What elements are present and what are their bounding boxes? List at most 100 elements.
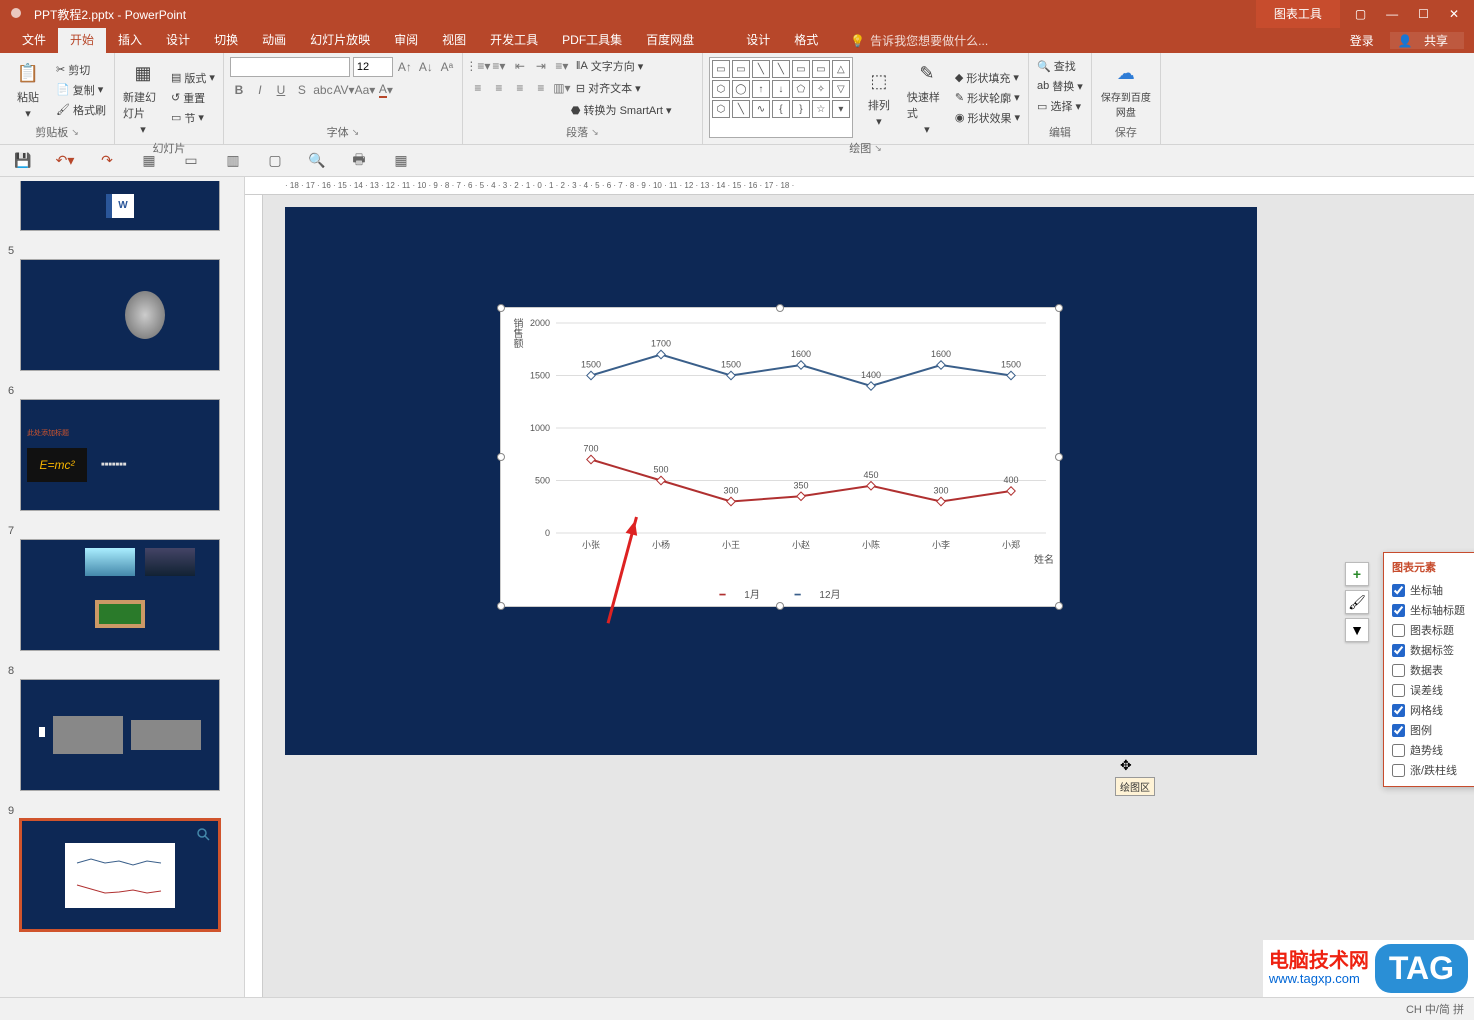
new-slide-button[interactable]: ▦新建幻灯片▾ <box>121 57 165 138</box>
reset-button[interactable]: ↺ 重置 <box>169 89 217 107</box>
element-option-8[interactable]: 趋势线 <box>1392 740 1474 760</box>
close-icon[interactable]: ✕ <box>1449 7 1459 21</box>
tab-dev[interactable]: 开发工具 <box>478 28 550 53</box>
tab-design[interactable]: 设计 <box>154 28 202 53</box>
login-link[interactable]: 登录 <box>1342 32 1382 49</box>
align-left-icon[interactable]: ≡ <box>469 79 487 97</box>
font-name-input[interactable] <box>230 57 350 77</box>
strike-icon[interactable]: S <box>293 81 311 99</box>
line-spacing-icon[interactable]: ≡▾ <box>553 57 571 75</box>
slide-thumb-7[interactable] <box>20 539 220 651</box>
minimize-icon[interactable]: — <box>1386 7 1398 21</box>
bullets-icon[interactable]: ⋮≡▾ <box>469 57 487 75</box>
quick-style-button[interactable]: ✎快速样式▾ <box>905 57 949 138</box>
arrange-button[interactable]: ⬚排列▾ <box>857 57 901 138</box>
element-option-7[interactable]: 图例 <box>1392 720 1474 740</box>
tab-baidu[interactable]: 百度网盘 <box>634 28 706 53</box>
element-checkbox[interactable] <box>1392 604 1405 617</box>
replace-button[interactable]: ab 替换 ▾ <box>1035 77 1085 95</box>
slide-editor[interactable]: · 18 · 17 · 16 · 15 · 14 · 13 · 12 · 11 … <box>245 177 1474 997</box>
tab-animation[interactable]: 动画 <box>250 28 298 53</box>
tab-insert[interactable]: 插入 <box>106 28 154 53</box>
shape-fill-button[interactable]: ◆ 形状填充 ▾ <box>953 69 1022 87</box>
element-option-2[interactable]: 图表标题 <box>1392 620 1474 640</box>
element-option-0[interactable]: 坐标轴 <box>1392 580 1474 600</box>
element-option-6[interactable]: 网格线 <box>1392 700 1474 720</box>
shadow-icon[interactable]: abc <box>314 81 332 99</box>
underline-icon[interactable]: U <box>272 81 290 99</box>
shape-effects-button[interactable]: ◉ 形状效果 ▾ <box>953 109 1022 127</box>
paste-button[interactable]: 📋粘贴▾ <box>6 57 50 122</box>
undo-icon[interactable]: ↶▾ <box>56 152 74 170</box>
copy-button[interactable]: 📄 复制 ▾ <box>54 81 108 99</box>
chart-object[interactable]: 销售额 姓名 0500100015002000 7005003003504503… <box>500 307 1060 607</box>
shape-outline-button[interactable]: ✎ 形状轮廓 ▾ <box>953 89 1022 107</box>
cut-button[interactable]: ✂ 剪切 <box>54 61 108 79</box>
case-icon[interactable]: Aa▾ <box>356 81 374 99</box>
thumbnail-panel[interactable]: W 5 6 此处添加标题E=mc²■■■■■■■ 7 8 9 <box>0 177 245 997</box>
spacing-icon[interactable]: AV▾ <box>335 81 353 99</box>
font-dialog-icon[interactable]: ↘ <box>352 127 360 138</box>
tab-chart-format[interactable]: 格式 <box>782 28 830 53</box>
tab-file[interactable]: 文件 <box>10 28 58 53</box>
qat-icon-2[interactable]: ▭ <box>182 152 200 170</box>
element-checkbox[interactable] <box>1392 664 1405 677</box>
indent-inc-icon[interactable]: ⇥ <box>532 57 550 75</box>
text-direction-button[interactable]: ‖A 文字方向 ▾ <box>574 57 645 75</box>
chart-plot[interactable]: 0500100015002000 70050030035045030040015… <box>501 308 1061 573</box>
tab-view[interactable]: 视图 <box>430 28 478 53</box>
tab-home[interactable]: 开始 <box>58 28 106 53</box>
smartart-button[interactable]: ⬣ 转换为 SmartArt ▾ <box>569 101 674 119</box>
qat-icon-6[interactable]: 🖶 <box>350 152 368 170</box>
slide-thumb-5[interactable] <box>20 259 220 371</box>
tab-slideshow[interactable]: 幻灯片放映 <box>298 28 382 53</box>
justify-icon[interactable]: ≡ <box>532 79 550 97</box>
qat-icon-7[interactable]: ▦ <box>392 152 410 170</box>
element-option-3[interactable]: 数据标签 <box>1392 640 1474 660</box>
para-dialog-icon[interactable]: ↘ <box>591 127 599 138</box>
bold-icon[interactable]: B <box>230 81 248 99</box>
element-checkbox[interactable] <box>1392 624 1405 637</box>
element-option-1[interactable]: 坐标轴标题 <box>1392 600 1474 620</box>
select-button[interactable]: ▭ 选择 ▾ <box>1035 97 1085 115</box>
align-right-icon[interactable]: ≡ <box>511 79 529 97</box>
element-option-5[interactable]: 误差线 <box>1392 680 1474 700</box>
ribbon-options-icon[interactable]: ▢ <box>1355 7 1366 21</box>
find-button[interactable]: 🔍 查找 <box>1035 57 1085 75</box>
maximize-icon[interactable]: ☐ <box>1418 7 1429 21</box>
slide-canvas[interactable]: 销售额 姓名 0500100015002000 7005003003504503… <box>285 207 1257 755</box>
tab-chart-design[interactable]: 设计 <box>734 28 782 53</box>
slide-thumb-4[interactable]: W <box>20 181 220 231</box>
qat-icon-4[interactable]: ▢ <box>266 152 284 170</box>
indent-dec-icon[interactable]: ⇤ <box>511 57 529 75</box>
tab-pdf[interactable]: PDF工具集 <box>550 28 634 53</box>
redo-icon[interactable]: ↷ <box>98 152 116 170</box>
chart-filters-button[interactable]: ▼ <box>1345 618 1369 642</box>
element-option-9[interactable]: 涨/跌柱线 <box>1392 760 1474 780</box>
slide-thumb-6[interactable]: 此处添加标题E=mc²■■■■■■■ <box>20 399 220 511</box>
clear-format-icon[interactable]: Aᵃ <box>438 58 456 76</box>
font-color-icon[interactable]: A▾ <box>377 81 395 99</box>
tab-transition[interactable]: 切换 <box>202 28 250 53</box>
element-checkbox[interactable] <box>1392 644 1405 657</box>
shape-gallery[interactable]: ▭▭╲╲▭▭△ ⬡◯↑↓⬠✧▽ ⬡╲∿{}☆▾ <box>709 57 853 138</box>
italic-icon[interactable]: I <box>251 81 269 99</box>
align-center-icon[interactable]: ≡ <box>490 79 508 97</box>
layout-button[interactable]: ▤ 版式 ▾ <box>169 69 217 87</box>
share-button[interactable]: 👤 共享 <box>1390 32 1464 49</box>
slide-thumb-8[interactable] <box>20 679 220 791</box>
font-size-input[interactable] <box>353 57 393 77</box>
numbering-icon[interactable]: ≡▾ <box>490 57 508 75</box>
shrink-font-icon[interactable]: A↓ <box>417 58 435 76</box>
format-painter-button[interactable]: 🖌 格式刷 <box>54 101 108 119</box>
grow-font-icon[interactable]: A↑ <box>396 58 414 76</box>
qat-icon-5[interactable]: 🔍 <box>308 152 326 170</box>
qat-icon-3[interactable]: ▥ <box>224 152 242 170</box>
slide-thumb-9[interactable] <box>20 819 220 931</box>
save-icon[interactable]: 💾 <box>14 152 32 170</box>
element-checkbox[interactable] <box>1392 764 1405 777</box>
element-option-4[interactable]: 数据表 <box>1392 660 1474 680</box>
element-checkbox[interactable] <box>1392 584 1405 597</box>
qat-icon-1[interactable]: ▦ <box>140 152 158 170</box>
align-text-button[interactable]: ⊟ 对齐文本 ▾ <box>574 79 643 97</box>
